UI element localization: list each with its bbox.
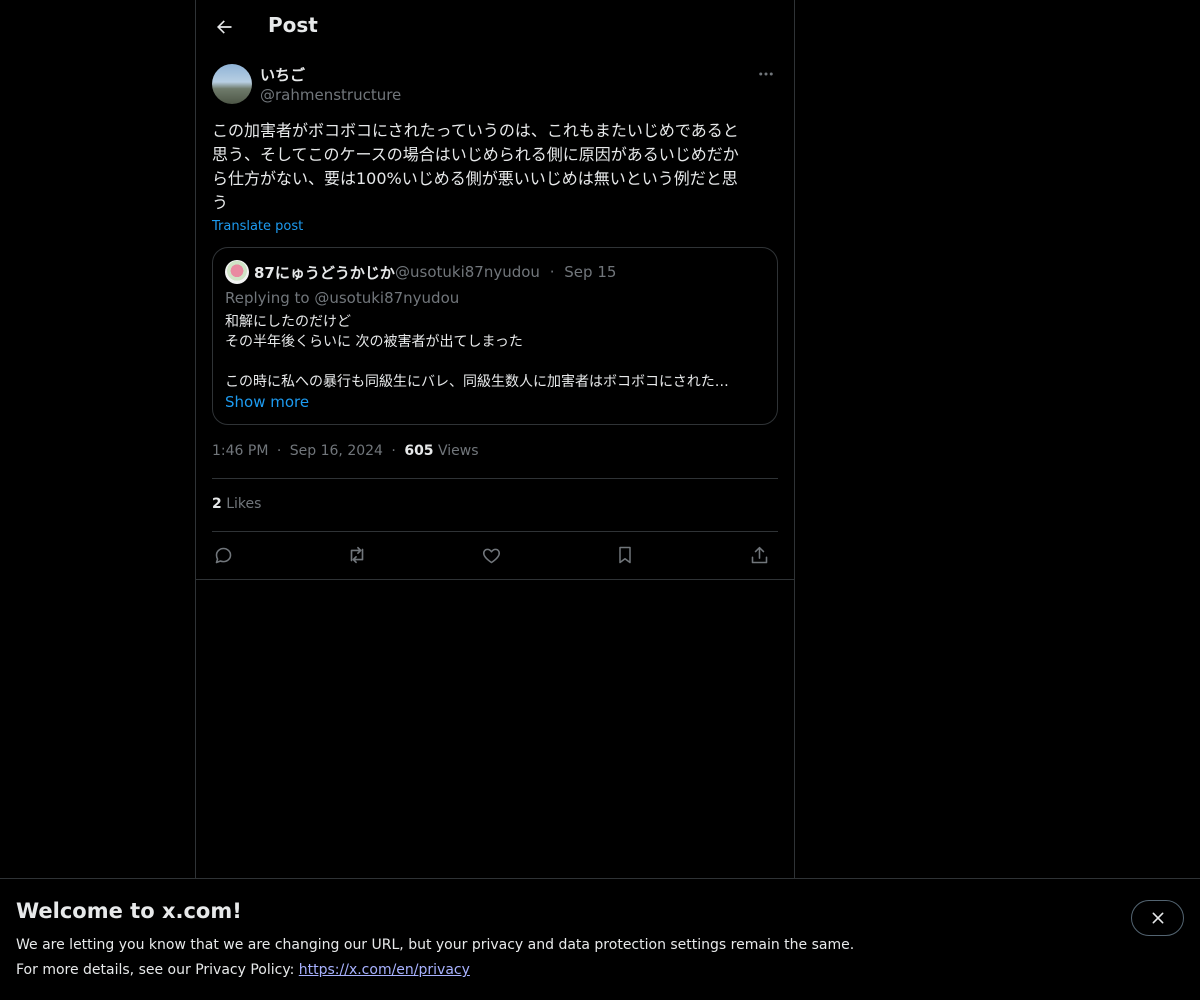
post-text-line: う: [212, 193, 229, 212]
time-separator: ·: [276, 443, 282, 459]
action-bar: [212, 540, 778, 570]
quote-meta: @usotuki87nyudou · Sep 15: [395, 263, 616, 281]
quoted-post[interactable]: 87にゅうどうかじか @usotuki87nyudou · Sep 15 Rep…: [212, 247, 778, 425]
reply-icon: [215, 547, 231, 563]
arrow-left-icon: [217, 20, 232, 34]
likes-count-row[interactable]: 2 Likes: [212, 496, 261, 512]
post-time[interactable]: 1:46 PM: [212, 443, 268, 459]
banner-privacy-line: For more details, see our Privacy Policy…: [16, 962, 470, 978]
likes-label: Likes: [226, 496, 262, 512]
close-icon: [1152, 912, 1163, 924]
url-change-banner: Welcome to x.com! We are letting you kno…: [0, 878, 1200, 1000]
quote-text-line: [225, 352, 765, 372]
quote-author-name: 87にゅうどうかじか: [254, 264, 395, 282]
likes-count: 2: [212, 496, 222, 512]
views-count: 605: [404, 443, 434, 459]
more-dots-icon: [759, 72, 773, 76]
divider: [196, 579, 794, 580]
author-handle[interactable]: @rahmenstructure: [260, 86, 401, 104]
quote-date: Sep 15: [564, 263, 617, 281]
back-button[interactable]: [208, 11, 240, 43]
quote-text-line: その半年後くらいに 次の被害者が出てしまった: [225, 334, 523, 350]
page-title: Post: [268, 13, 318, 37]
banner-privacy-prefix: For more details, see our Privacy Policy…: [16, 962, 299, 978]
bookmark-icon: [619, 546, 631, 564]
post-text-line: 思う、そしてこのケースの場合はいじめられる側に原因があるいじめだか: [212, 145, 739, 164]
divider: [212, 531, 778, 532]
retweet-button[interactable]: [342, 540, 372, 570]
divider: [212, 478, 778, 479]
quote-author-handle: @usotuki87nyudou: [395, 263, 540, 281]
privacy-policy-link[interactable]: https://x.com/en/privacy: [299, 962, 470, 978]
quote-text-line: 和解にしたのだけど: [225, 314, 351, 330]
quote-text-line: この時に私への暴行も同級生にバレ、同級生数人に加害者はボコボコにされた…: [225, 374, 729, 390]
banner-message: We are letting you know that we are chan…: [16, 937, 855, 953]
share-icon: [751, 546, 767, 563]
date-separator: ·: [391, 443, 396, 459]
translate-post-link[interactable]: Translate post: [212, 219, 303, 234]
post-date[interactable]: Sep 16, 2024: [290, 443, 383, 459]
page-header: Post: [196, 0, 794, 54]
show-more-link[interactable]: Show more: [225, 393, 309, 411]
reply-button[interactable]: [208, 540, 238, 570]
author-name[interactable]: いちご: [260, 64, 305, 85]
share-button[interactable]: [744, 540, 774, 570]
views-label: Views: [438, 443, 479, 459]
post-author: いちご @rahmenstructure: [212, 64, 778, 106]
post-text: この加害者がボコボコにされたっていうのは、これもまたいじめであると 思う、そして…: [212, 119, 778, 215]
post-timestamp: 1:46 PM · Sep 16, 2024 · 605 Views: [212, 443, 479, 459]
quote-text: 和解にしたのだけど その半年後くらいに 次の被害者が出てしまった この時に私への…: [225, 312, 765, 392]
quote-separator: ·: [549, 263, 555, 281]
like-heart-icon: [482, 548, 500, 563]
post-text-line: ら仕方がない、要は100%いじめる側が悪いいじめは無いという例だと思: [212, 169, 738, 188]
quote-replying-to: Replying to @usotuki87nyudou: [225, 289, 460, 307]
like-button[interactable]: [476, 540, 506, 570]
bookmark-button[interactable]: [610, 540, 640, 570]
retweet-icon: [350, 546, 364, 564]
post-text-line: この加害者がボコボコにされたっていうのは、これもまたいじめであると: [212, 121, 739, 140]
primary-column: Post いちご @rahmenstructure この加害者がボコボコにされた…: [195, 0, 795, 880]
avatar[interactable]: [212, 64, 252, 104]
more-options-button[interactable]: [754, 64, 778, 84]
close-banner-button[interactable]: [1131, 900, 1184, 936]
quote-avatar: [225, 260, 249, 284]
banner-title: Welcome to x.com!: [16, 899, 242, 923]
